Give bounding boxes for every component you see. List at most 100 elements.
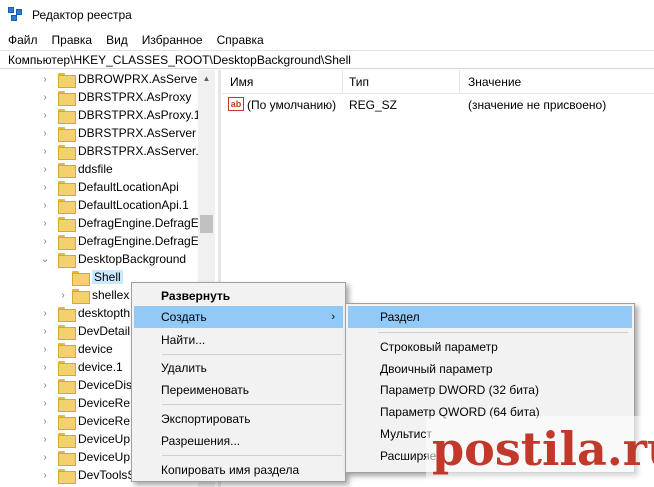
tree-item[interactable]: › DBROWPRX.AsServer.1	[40, 70, 211, 88]
site-watermark: postila.ru	[426, 416, 654, 482]
menu-item-find[interactable]: Найти...	[134, 329, 343, 351]
tree-item-label: ddsfile	[78, 162, 113, 176]
tree-item-selected[interactable]: Shell	[58, 268, 123, 286]
menu-item-permissions[interactable]: Разрешения...	[134, 430, 343, 452]
tree-item[interactable]: › DeviceUp	[40, 430, 130, 448]
tree-item-label: DevDetail	[78, 324, 131, 338]
chevron-right-icon[interactable]: ›	[40, 110, 50, 121]
scrollbar-thumb[interactable]	[200, 215, 213, 233]
tree-item[interactable]: › DefragEngine.DefragEn	[40, 232, 205, 250]
menu-item-rename[interactable]: Переименовать	[134, 379, 343, 401]
tree-item[interactable]: › device	[40, 340, 113, 358]
tree-item-label: DeviceRe	[78, 396, 131, 410]
column-divider[interactable]	[459, 70, 460, 94]
list-row[interactable]: ab (По умолчанию) REG_SZ (значение не пр…	[222, 96, 654, 114]
folder-icon	[58, 360, 76, 376]
tree-item[interactable]: › device.1	[40, 358, 123, 376]
tree-item-label: DefaultLocationApi.1	[78, 198, 189, 212]
menu-view[interactable]: Вид	[99, 33, 135, 47]
context-menu: Развернуть Создать › Найти... Удалить Пер…	[131, 282, 346, 482]
tree-item-label: DefragEngine.DefragEn	[78, 216, 206, 230]
chevron-right-icon[interactable]: ›	[40, 434, 50, 445]
chevron-right-icon[interactable]: ›	[40, 218, 50, 229]
tree-item[interactable]: › DevToolsS	[40, 466, 135, 484]
column-header-name[interactable]: Имя	[230, 70, 253, 94]
folder-icon	[58, 342, 76, 358]
chevron-right-icon[interactable]: ›	[40, 164, 50, 175]
tree-item[interactable]: › desktopth	[40, 304, 130, 322]
chevron-right-icon[interactable]: ›	[40, 92, 50, 103]
tree-item[interactable]: › DefaultLocationApi.1	[40, 196, 189, 214]
menu-file[interactable]: Файл	[0, 33, 45, 47]
menu-item-label: Создать	[161, 310, 207, 324]
menu-separator	[162, 404, 342, 405]
string-value-icon: ab	[228, 97, 244, 111]
submenu-item-binary-value[interactable]: Двоичный параметр	[348, 358, 632, 380]
folder-icon	[58, 324, 76, 340]
tree-item[interactable]: › DefaultLocationApi	[40, 178, 179, 196]
chevron-right-icon[interactable]: ›	[58, 290, 68, 301]
folder-icon	[58, 396, 76, 412]
chevron-right-icon[interactable]: ›	[40, 380, 50, 391]
submenu-item-dword-value[interactable]: Параметр DWORD (32 бита)	[348, 379, 632, 401]
submenu-item-string-value[interactable]: Строковый параметр	[348, 336, 632, 358]
tree-item[interactable]: › DefragEngine.DefragEn	[40, 214, 205, 232]
chevron-right-icon[interactable]: ›	[40, 470, 50, 481]
menu-edit[interactable]: Правка	[45, 33, 100, 47]
tree-item[interactable]: › DeviceRe	[40, 412, 130, 430]
tree-item[interactable]: › shellex	[58, 286, 129, 304]
folder-icon	[58, 180, 76, 196]
menu-item-copy-key-name[interactable]: Копировать имя раздела	[134, 459, 343, 481]
tree-item[interactable]: › DevDetail	[40, 322, 130, 340]
chevron-right-icon[interactable]: ›	[40, 200, 50, 211]
chevron-right-icon[interactable]: ›	[40, 416, 50, 427]
tree-item-label: DeviceUp	[78, 450, 131, 464]
menu-item-label: Мультист	[380, 427, 432, 441]
address-bar[interactable]: Компьютер\HKEY_CLASSES_ROOT\DesktopBackg…	[0, 50, 654, 69]
menu-item-delete[interactable]: Удалить	[134, 357, 343, 379]
chevron-right-icon[interactable]: ›	[40, 146, 50, 157]
chevron-right-icon[interactable]: ›	[40, 344, 50, 355]
tree-item[interactable]: › DBRSTPRX.AsProxy.1	[40, 106, 200, 124]
chevron-right-icon[interactable]: ›	[40, 308, 50, 319]
chevron-right-icon[interactable]: ›	[40, 74, 50, 85]
menu-favorites[interactable]: Избранное	[135, 33, 210, 47]
window-title: Редактор реестра	[32, 8, 132, 22]
column-header-type[interactable]: Тип	[349, 70, 369, 94]
tree-item[interactable]: › ddsfile	[40, 160, 113, 178]
menu-help[interactable]: Справка	[210, 33, 271, 47]
tree-item[interactable]: › DBRSTPRX.AsProxy	[40, 88, 191, 106]
tree-item-label: DefaultLocationApi	[78, 180, 179, 194]
chevron-right-icon[interactable]: ›	[40, 452, 50, 463]
chevron-right-icon[interactable]: ›	[40, 236, 50, 247]
folder-icon	[58, 198, 76, 214]
tree-item[interactable]: › DBRSTPRX.AsServer.1	[40, 142, 205, 160]
chevron-right-icon[interactable]: ›	[40, 128, 50, 139]
chevron-right-icon[interactable]: ›	[40, 398, 50, 409]
column-divider[interactable]	[342, 70, 343, 94]
tree-item[interactable]: › DBRSTPRX.AsServer	[40, 124, 196, 142]
chevron-down-icon[interactable]: ⌄	[40, 254, 50, 265]
folder-icon	[58, 144, 76, 160]
chevron-right-icon[interactable]: ›	[40, 362, 50, 373]
menu-item-create[interactable]: Создать ›	[134, 306, 343, 328]
tree-item-label: device	[78, 342, 113, 356]
tree-item-expanded[interactable]: ⌄ DesktopBackground	[40, 250, 186, 268]
menu-item-expand[interactable]: Развернуть	[134, 285, 343, 307]
chevron-right-icon[interactable]: ›	[40, 182, 50, 193]
folder-icon	[72, 288, 90, 304]
menu-item-export[interactable]: Экспортировать	[134, 408, 343, 430]
column-header-value[interactable]: Значение	[468, 70, 521, 94]
chevron-right-icon[interactable]: ›	[40, 326, 50, 337]
submenu-item-key[interactable]: Раздел	[348, 306, 632, 328]
value-data: (значение не присвоено)	[468, 98, 607, 112]
menu-item-label: Развернуть	[161, 289, 231, 303]
tree-item[interactable]: › DeviceRe	[40, 394, 130, 412]
chevron-right-icon: ›	[331, 311, 335, 323]
tree-item-label: DeviceDis	[78, 378, 133, 392]
folder-icon	[58, 450, 76, 466]
tree-item[interactable]: › DeviceUp	[40, 448, 130, 466]
scroll-up-icon[interactable]: ▲	[198, 70, 215, 87]
tree-item[interactable]: › DeviceDis	[40, 376, 132, 394]
menu-item-label: Найти...	[161, 333, 206, 347]
